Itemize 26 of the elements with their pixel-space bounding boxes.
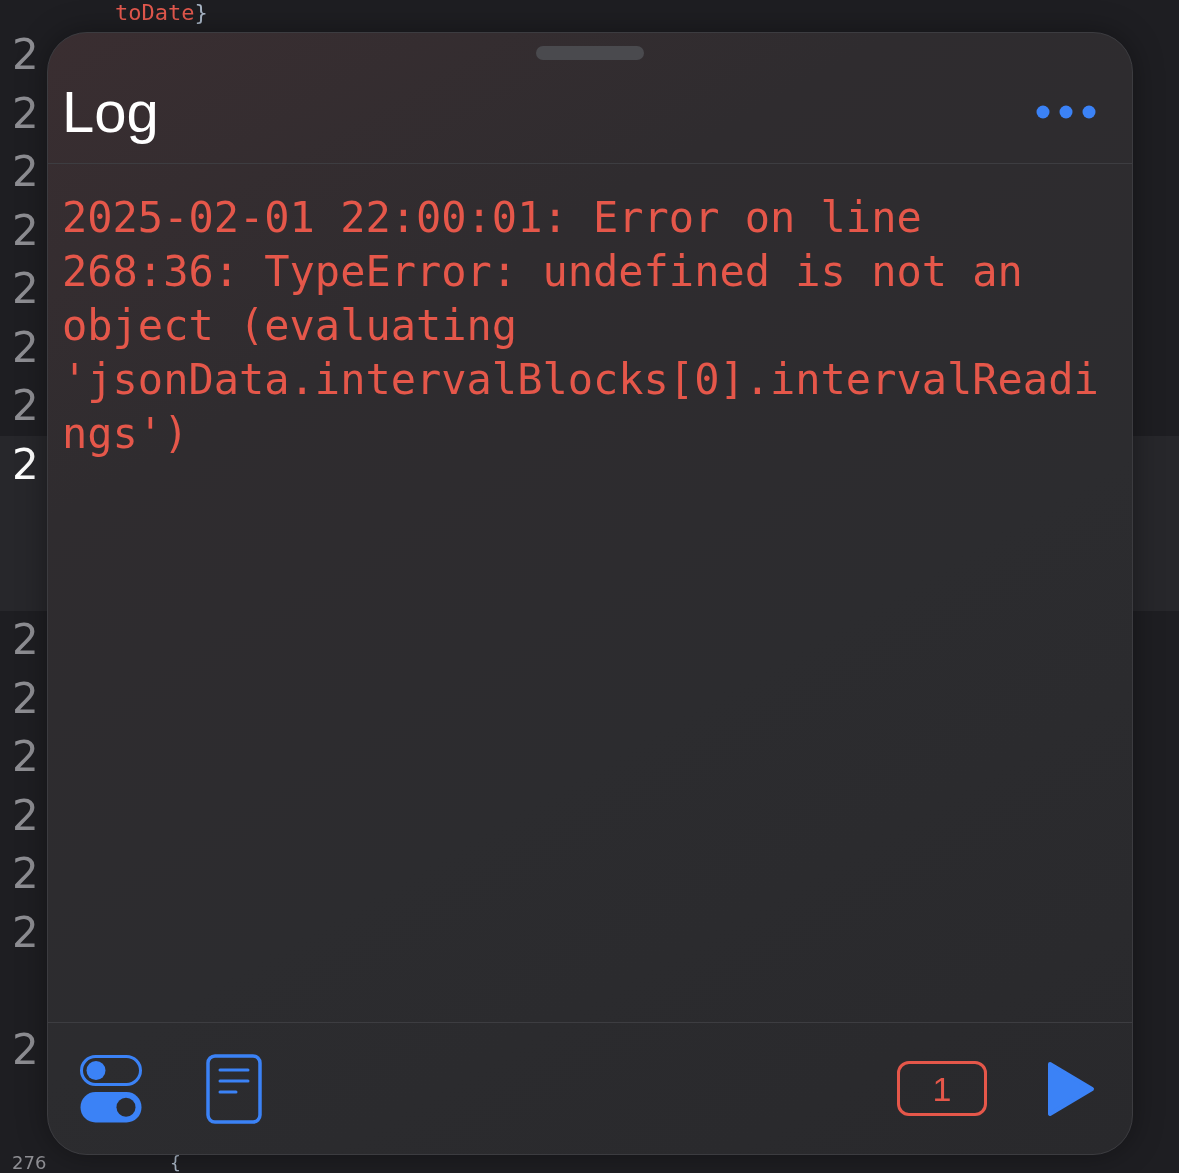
line-number: 2	[12, 263, 39, 315]
line-number: 276	[12, 1153, 47, 1173]
error-count-button[interactable]: 1	[897, 1061, 987, 1116]
line-number: 2	[12, 321, 39, 374]
line-number: 2	[12, 614, 39, 666]
code-line: toDate}	[115, 0, 208, 26]
code-line: {	[170, 1153, 181, 1173]
toggle-switches-icon[interactable]	[80, 1054, 142, 1123]
panel-title: Log	[62, 78, 159, 145]
line-number: 2	[12, 672, 39, 725]
drag-handle[interactable]	[536, 46, 644, 60]
line-number: 2	[12, 1023, 39, 1076]
log-message: 2025-02-01 22:00:01: Error on line 268:36: TypeError: undefined is not an object (evaluating 'jsonData.intervalBlocks[0].intervalReadings')	[62, 192, 1100, 460]
line-number: 2	[12, 731, 39, 783]
document-icon[interactable]	[206, 1053, 262, 1124]
line-number: 2	[12, 380, 39, 432]
line-number: 2	[12, 438, 39, 491]
line-number: 2	[12, 848, 39, 900]
line-number: 2	[12, 29, 39, 81]
line-number: 2	[12, 906, 39, 959]
play-icon[interactable]	[1047, 1060, 1095, 1117]
line-number: 2	[12, 87, 39, 140]
line-number: 2	[12, 204, 39, 257]
more-icon[interactable]	[1036, 104, 1096, 119]
line-number: 2	[12, 789, 39, 842]
line-number: 2	[12, 146, 39, 198]
